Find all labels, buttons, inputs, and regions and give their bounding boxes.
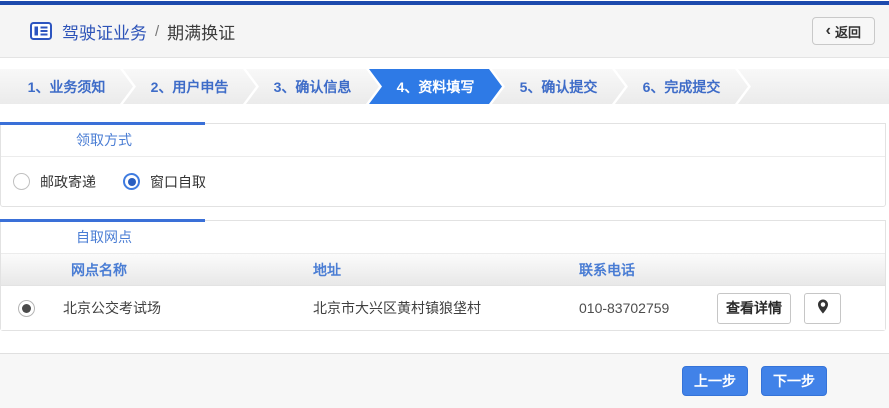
pickup-locations-panel: 自取网点 网点名称 地址 联系电话 北京公交考试场 北京市大兴区黄村镇狼垡村 0… [0,220,886,331]
step-1-business-notice[interactable]: 1、业务须知 [0,69,133,104]
step-wizard: 1、业务须知 2、用户申告 3、确认信息 4、资料填写 5、确认提交 6、完成提… [0,69,889,104]
row-location-name: 北京公交考试场 [51,298,313,318]
radio-checked-icon[interactable] [123,173,140,190]
breadcrumb-category: 驾驶证业务 [62,19,147,44]
table-row: 北京公交考试场 北京市大兴区黄村镇狼垡村 010-83702759 查看详情 [1,286,885,330]
panel-accent-line [0,219,205,222]
page-header: 驾驶证业务 / 期满换证 ‹ 返回 [0,5,889,58]
back-button[interactable]: ‹ 返回 [812,17,875,45]
step-5-confirm-submit[interactable]: 5、确认提交 [492,69,625,104]
radio-unchecked-icon[interactable] [13,173,30,190]
step-4-fill-data-active[interactable]: 4、资料填写 [369,69,502,104]
next-step-button[interactable]: 下一步 [761,366,827,396]
step-6-complete-submit[interactable]: 6、完成提交 [615,69,748,104]
breadcrumb-separator: / [155,23,159,40]
header-phone: 联系电话 [579,260,717,280]
radio-option-label: 窗口自取 [150,172,206,192]
row-radio-checked-icon[interactable] [18,300,35,317]
map-location-button[interactable] [804,293,841,324]
step-2-user-declaration[interactable]: 2、用户申告 [123,69,256,104]
row-phone: 010-83702759 [579,300,717,316]
location-pin-icon [817,299,829,317]
header-address: 地址 [313,260,579,280]
locations-table-header: 网点名称 地址 联系电话 [1,254,885,286]
chevron-left-icon: ‹ [826,23,831,39]
panel-accent-line [0,122,205,125]
view-details-button[interactable]: 查看详情 [717,293,791,324]
back-button-label: 返回 [835,22,861,41]
pickup-locations-title: 自取网点 [1,221,885,254]
radio-option-window-pickup[interactable]: 窗口自取 [123,172,206,192]
footer-bar: 上一步 下一步 [0,353,889,408]
pickup-method-title: 领取方式 [1,124,885,157]
row-address: 北京市大兴区黄村镇狼垡村 [313,298,579,318]
radio-option-label: 邮政寄递 [40,172,96,192]
header-location-name: 网点名称 [51,260,313,280]
pickup-method-panel: 领取方式 邮政寄递 窗口自取 [0,123,886,207]
row-select-cell [1,300,51,317]
previous-step-button[interactable]: 上一步 [682,366,748,396]
row-actions: 查看详情 [717,293,885,324]
radio-option-postal-delivery[interactable]: 邮政寄递 [13,172,96,192]
pickup-method-options: 邮政寄递 窗口自取 [1,157,885,206]
page-title: 期满换证 [167,19,235,44]
list-icon [30,22,52,40]
step-3-confirm-info[interactable]: 3、确认信息 [246,69,379,104]
step-filler [738,69,889,104]
